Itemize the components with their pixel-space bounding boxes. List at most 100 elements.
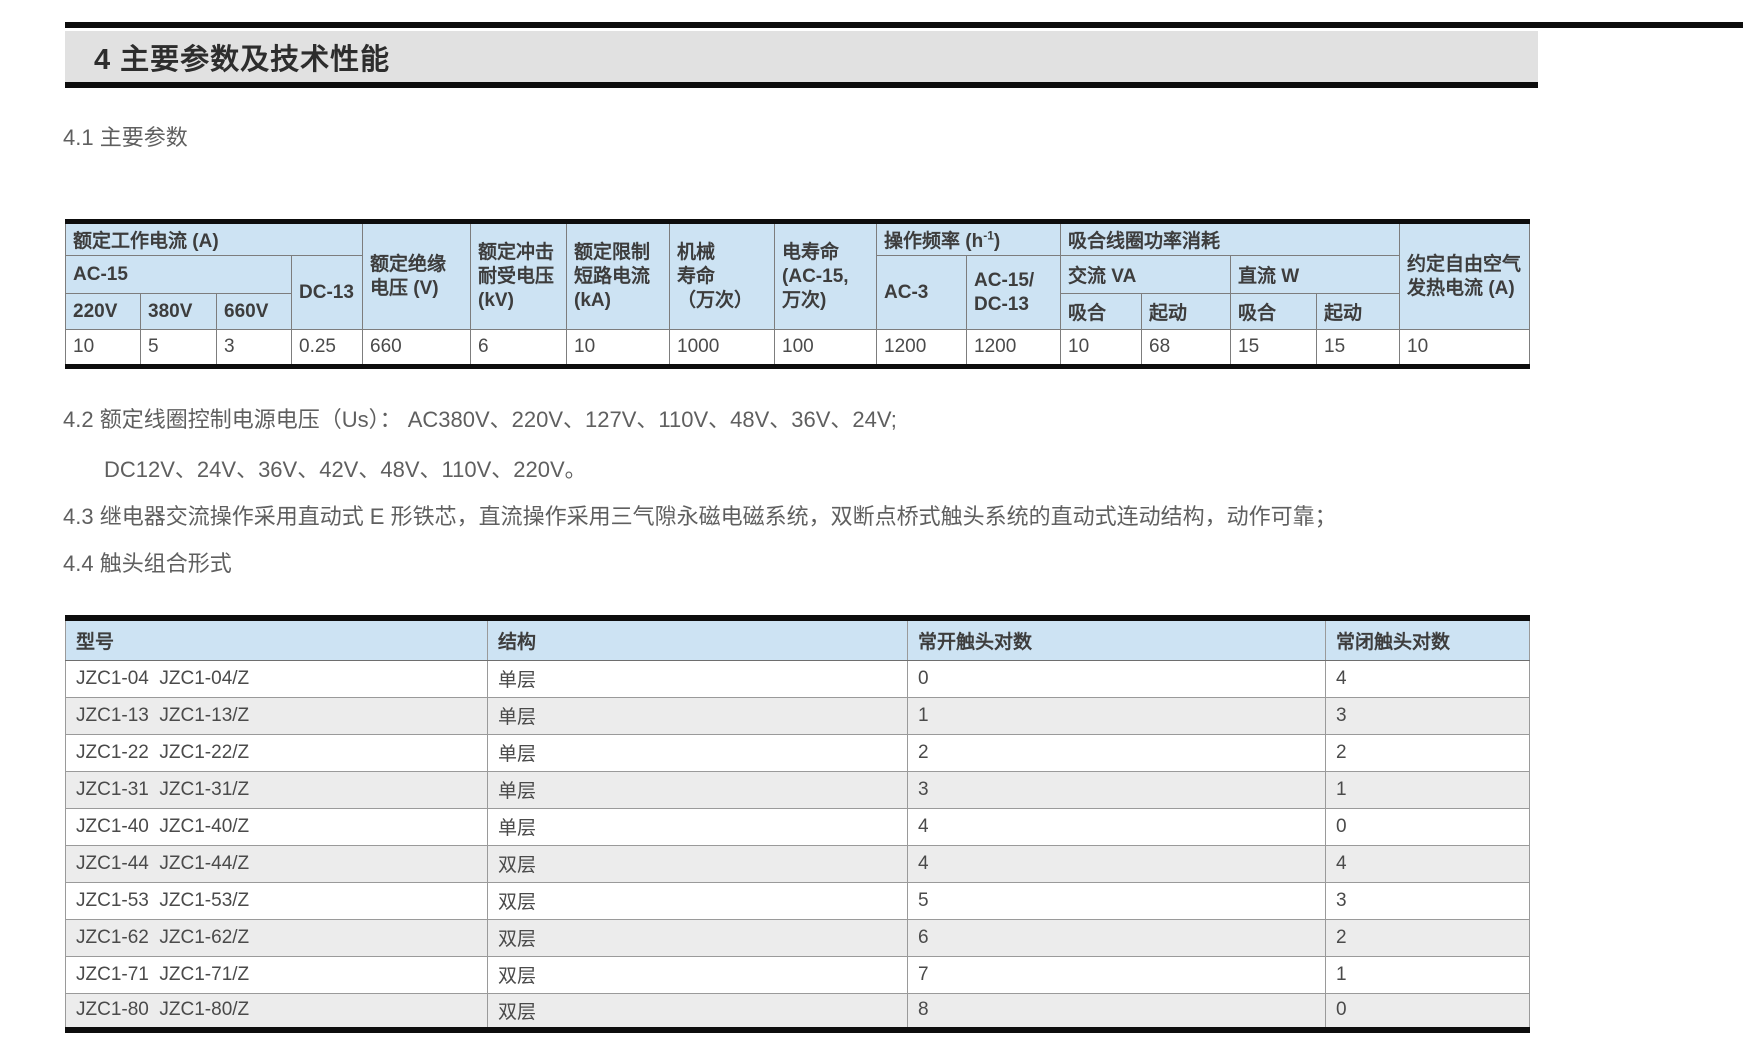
param-value-cell: 10 [567, 330, 670, 367]
table-row: JZC1-13 JZC1-13/Z 单层 1 3 [66, 697, 1530, 734]
model-cell: JZC1-40 JZC1-40/Z [66, 808, 488, 845]
nc-contacts-cell: 2 [1326, 734, 1530, 771]
no-contacts-cell: 5 [908, 882, 1326, 919]
section-title: 4 主要参数及技术性能 [65, 36, 390, 78]
th-ac15-dc13: AC-15/ DC-13 [967, 256, 1061, 330]
th-mechanical-life: 机械 寿命 （万次） [670, 222, 775, 330]
no-contacts-cell: 6 [908, 919, 1326, 956]
param-value-cell: 10 [66, 330, 141, 367]
subsection-4-2-line2: DC12V、24V、36V、42V、48V、110V、220V。 [104, 456, 587, 484]
th-no-contacts: 常开触头对数 [908, 618, 1326, 660]
param-value-cell: 3 [217, 330, 292, 367]
no-contacts-cell: 4 [908, 845, 1326, 882]
param-value-cell: 660 [363, 330, 471, 367]
th-ac15: AC-15 [66, 256, 292, 294]
th-model: 型号 [66, 618, 488, 660]
param-value-cell: 10 [1400, 330, 1530, 367]
param-value-cell: 1200 [967, 330, 1061, 367]
model-cell: JZC1-62 JZC1-62/Z [66, 919, 488, 956]
param-value-cell: 15 [1231, 330, 1317, 367]
structure-cell: 单层 [488, 734, 908, 771]
subsection-4-3-text: 4.3 继电器交流操作采用直动式 E 形铁芯，直流操作采用三气隙永磁电磁系统，双… [63, 503, 1337, 531]
table-row: JZC1-22 JZC1-22/Z 单层 2 2 [66, 734, 1530, 771]
th-380v: 380V [141, 294, 217, 330]
structure-cell: 单层 [488, 771, 908, 808]
nc-contacts-cell: 3 [1326, 882, 1530, 919]
model-cell: JZC1-13 JZC1-13/Z [66, 697, 488, 734]
th-dc13: DC-13 [292, 256, 363, 330]
no-contacts-cell: 8 [908, 993, 1326, 1030]
th-coil-power: 吸合线圈功率消耗 [1061, 222, 1400, 256]
structure-cell: 单层 [488, 808, 908, 845]
th-dc-pickup: 吸合 [1231, 294, 1317, 330]
th-ac-pickup: 吸合 [1061, 294, 1142, 330]
param-value-cell: 15 [1317, 330, 1400, 367]
contacts-header-row: 型号 结构 常开触头对数 常闭触头对数 [66, 618, 1530, 660]
structure-cell: 双层 [488, 882, 908, 919]
th-short-circuit-current: 额定限制 短路电流 (kA) [567, 222, 670, 330]
table-row: JZC1-62 JZC1-62/Z 双层 6 2 [66, 919, 1530, 956]
th-660v: 660V [217, 294, 292, 330]
parameters-table: 额定工作电流 (A) 额定绝缘 电压 (V) 额定冲击 耐受电压 (kV) 额定… [65, 219, 1530, 369]
datasheet-page: { "header": { "title": "4 主要参数及技术性能" }, … [0, 0, 1749, 1057]
no-contacts-cell: 1 [908, 697, 1326, 734]
nc-contacts-cell: 1 [1326, 771, 1530, 808]
model-cell: JZC1-53 JZC1-53/Z [66, 882, 488, 919]
param-value-cell: 5 [141, 330, 217, 367]
param-value-cell: 0.25 [292, 330, 363, 367]
th-structure: 结构 [488, 618, 908, 660]
model-cell: JZC1-31 JZC1-31/Z [66, 771, 488, 808]
nc-contacts-cell: 4 [1326, 845, 1530, 882]
th-impulse-voltage: 额定冲击 耐受电压 (kV) [471, 222, 567, 330]
table-row: JZC1-40 JZC1-40/Z 单层 4 0 [66, 808, 1530, 845]
th-nc-contacts: 常闭触头对数 [1326, 618, 1530, 660]
param-value-cell: 1000 [670, 330, 775, 367]
structure-cell: 双层 [488, 919, 908, 956]
model-cell: JZC1-80 JZC1-80/Z [66, 993, 488, 1030]
params-value-row: 10 5 3 0.25 660 6 10 1000 100 1200 1200 … [66, 330, 1530, 367]
table-row: JZC1-44 JZC1-44/Z 双层 4 4 [66, 845, 1530, 882]
top-rule [65, 22, 1743, 28]
th-insulation-voltage: 额定绝缘 电压 (V) [363, 222, 471, 330]
nc-contacts-cell: 2 [1326, 919, 1530, 956]
no-contacts-cell: 2 [908, 734, 1326, 771]
subsection-4-4-label: 4.4 触头组合形式 [63, 550, 232, 578]
structure-cell: 双层 [488, 845, 908, 882]
th-dc-start: 起动 [1317, 294, 1400, 330]
model-cell: JZC1-44 JZC1-44/Z [66, 845, 488, 882]
subsection-4-1-label: 4.1 主要参数 [63, 124, 188, 152]
param-value-cell: 6 [471, 330, 567, 367]
nc-contacts-cell: 4 [1326, 660, 1530, 697]
no-contacts-cell: 4 [908, 808, 1326, 845]
th-ac3: AC-3 [877, 256, 967, 330]
param-value-cell: 68 [1142, 330, 1231, 367]
structure-cell: 单层 [488, 697, 908, 734]
superscript: -1 [983, 229, 994, 243]
nc-contacts-cell: 0 [1326, 993, 1530, 1030]
section-header-bar: 4 主要参数及技术性能 [65, 31, 1538, 88]
structure-cell: 双层 [488, 956, 908, 993]
table-row: JZC1-80 JZC1-80/Z 双层 8 0 [66, 993, 1530, 1030]
param-value-cell: 1200 [877, 330, 967, 367]
no-contacts-cell: 7 [908, 956, 1326, 993]
nc-contacts-cell: 0 [1326, 808, 1530, 845]
th-electrical-life: 电寿命 (AC-15, 万次) [775, 222, 877, 330]
table-row: JZC1-53 JZC1-53/Z 双层 5 3 [66, 882, 1530, 919]
contact-combinations-table: 型号 结构 常开触头对数 常闭触头对数 JZC1-04 JZC1-04/Z 单层… [65, 615, 1530, 1033]
subsection-4-2-line1: 4.2 额定线圈控制电源电压（Us）： AC380V、220V、127V、110… [63, 406, 897, 434]
structure-cell: 单层 [488, 660, 908, 697]
table-row: JZC1-04 JZC1-04/Z 单层 0 4 [66, 660, 1530, 697]
th-dc-w: 直流 W [1231, 256, 1400, 294]
no-contacts-cell: 0 [908, 660, 1326, 697]
table-row: JZC1-71 JZC1-71/Z 双层 7 1 [66, 956, 1530, 993]
th-thermal-current: 约定自由空气 发热电流 (A) [1400, 222, 1530, 330]
param-value-cell: 100 [775, 330, 877, 367]
th-rated-current: 额定工作电流 (A) [66, 222, 363, 256]
th-operating-frequency: 操作频率 (h-1) [877, 222, 1061, 256]
model-cell: JZC1-71 JZC1-71/Z [66, 956, 488, 993]
th-ac-start: 起动 [1142, 294, 1231, 330]
nc-contacts-cell: 1 [1326, 956, 1530, 993]
no-contacts-cell: 3 [908, 771, 1326, 808]
nc-contacts-cell: 3 [1326, 697, 1530, 734]
th-220v: 220V [66, 294, 141, 330]
